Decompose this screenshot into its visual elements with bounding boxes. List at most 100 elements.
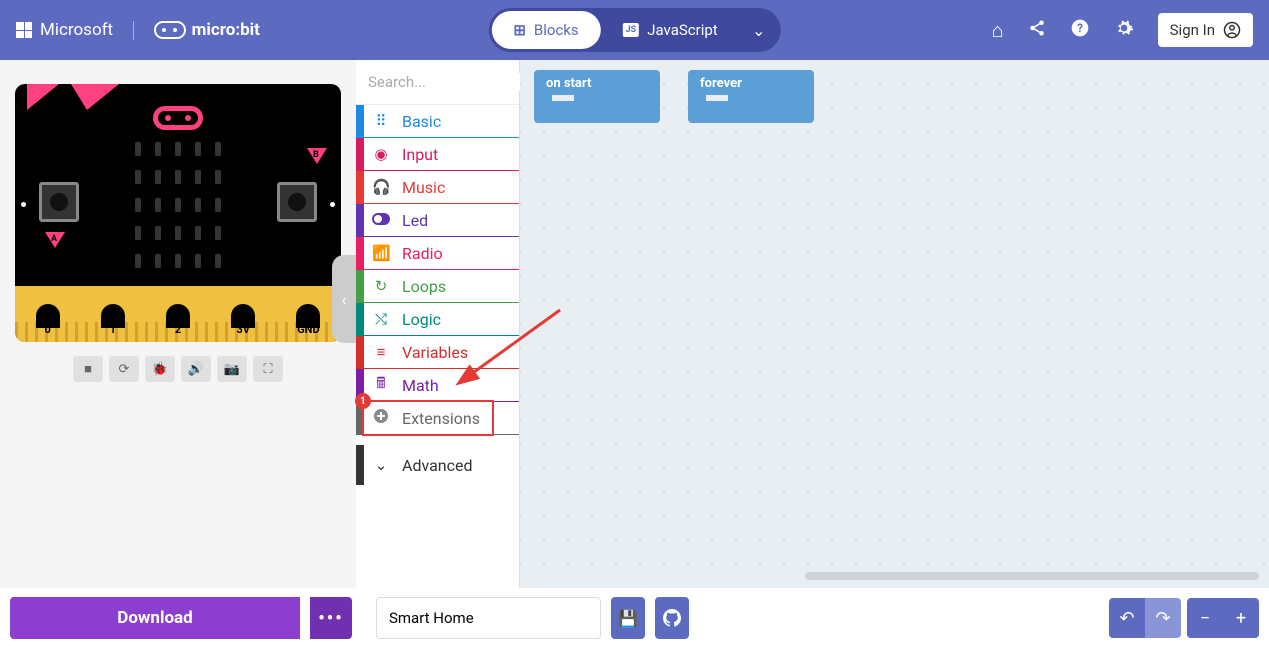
category-label: Radio	[402, 244, 443, 263]
save-button[interactable]: 💾	[611, 597, 645, 639]
top-bar: Microsoft | micro:bit ⊞ Blocks JS JavaSc…	[0, 0, 1269, 60]
refresh-icon: ⟳	[119, 362, 130, 377]
editor-toggle: ⊞ Blocks JS JavaScript ⌄	[488, 8, 780, 52]
snapshot-button[interactable]: 📷	[217, 356, 247, 382]
category-math[interactable]: 🖩 Math	[356, 369, 519, 402]
horizontal-scrollbar[interactable]	[805, 572, 1259, 580]
block-forever[interactable]: forever	[688, 70, 814, 123]
plus-circle-icon	[372, 408, 390, 428]
chevron-down-icon: ⌄	[372, 456, 390, 474]
language-dropdown-button[interactable]: ⌄	[740, 11, 778, 49]
signal-icon: 📶	[372, 244, 390, 262]
redo-icon: ↻	[372, 277, 390, 295]
category-label: Led	[402, 211, 428, 230]
pin-0[interactable]: 0	[15, 304, 80, 342]
microbit-logo[interactable]: micro:bit	[154, 20, 260, 40]
user-icon	[1223, 21, 1241, 39]
footer-right-controls: ↶ ↷ − +	[1109, 598, 1259, 638]
undo-button[interactable]: ↶	[1109, 598, 1145, 638]
simulator-controls: ■ ⟳ 🐞 🔊 📷 ⛶	[73, 356, 283, 382]
category-label: Logic	[402, 310, 441, 329]
brand-separator: |	[131, 18, 136, 43]
microsoft-logo-icon	[16, 22, 32, 38]
redo-icon: ↷	[1155, 608, 1170, 629]
download-button[interactable]: Download	[10, 597, 300, 639]
plus-icon: +	[1236, 608, 1246, 629]
simulator-button-b[interactable]	[277, 182, 317, 222]
category-logic[interactable]: ⤭Logic	[356, 303, 519, 336]
download-more-button[interactable]: •••	[310, 597, 352, 639]
fullscreen-button[interactable]: ⛶	[253, 356, 283, 382]
search-row	[356, 60, 519, 105]
simulator-button-a[interactable]	[39, 182, 79, 222]
fullscreen-icon: ⛶	[263, 362, 272, 377]
home-icon[interactable]: ⌂	[992, 18, 1004, 43]
pin-1[interactable]: 1	[80, 304, 145, 342]
list-icon: ≡	[372, 343, 390, 361]
redo-button[interactable]: ↷	[1145, 598, 1181, 638]
save-icon: 💾	[618, 609, 638, 628]
stop-button[interactable]: ■	[73, 356, 103, 382]
sign-in-label: Sign In	[1170, 21, 1215, 39]
help-icon[interactable]: ?	[1070, 18, 1090, 43]
camera-icon: 📷	[224, 362, 240, 377]
grid-icon: ⠿	[372, 112, 390, 130]
chevron-down-icon: ⌄	[752, 21, 765, 40]
microbit-simulator[interactable]: 0 1 2 3V GND	[15, 84, 341, 342]
stop-icon: ■	[84, 361, 92, 377]
project-name-input[interactable]	[376, 597, 601, 639]
js-icon: JS	[623, 23, 640, 37]
pin-3v[interactable]: 3V	[211, 304, 276, 342]
category-basic[interactable]: ⠿Basic	[356, 105, 519, 138]
brand-ms: Microsoft	[40, 20, 113, 40]
share-icon[interactable]	[1028, 18, 1046, 42]
category-led[interactable]: Led	[356, 204, 519, 237]
block-on-start[interactable]: on start	[534, 70, 660, 123]
simulator-pins: 0 1 2 3V GND	[15, 286, 341, 342]
github-button[interactable]	[655, 597, 689, 639]
microbit-icon	[154, 21, 186, 39]
category-advanced[interactable]: ⌄ Advanced	[356, 445, 519, 485]
top-right-actions: ⌂ ? Sign In	[992, 13, 1253, 47]
footer-bar: Download ••• 💾 ↶ ↷ − +	[0, 588, 1269, 648]
blocks-toggle-label: Blocks	[534, 21, 579, 39]
undo-icon: ↶	[1119, 608, 1134, 629]
label-b-icon	[307, 148, 327, 164]
blocks-toggle-button[interactable]: ⊞ Blocks	[491, 11, 600, 49]
gear-icon[interactable]	[1114, 18, 1134, 43]
category-extensions[interactable]: Extensions 1	[356, 402, 519, 435]
category-label: Loops	[402, 277, 446, 296]
chevron-left-icon: ‹	[342, 290, 347, 309]
blocks-icon: ⊞	[513, 21, 526, 39]
category-label: Music	[402, 178, 445, 197]
calculator-icon: 🖩	[372, 373, 390, 398]
debug-button[interactable]: 🐞	[145, 356, 175, 382]
pin-2[interactable]: 2	[145, 304, 210, 342]
restart-button[interactable]: ⟳	[109, 356, 139, 382]
category-radio[interactable]: 📶 Radio	[356, 237, 519, 270]
collapse-simulator-button[interactable]: ‹	[332, 255, 356, 343]
zoom-in-button[interactable]: +	[1223, 598, 1259, 638]
category-music[interactable]: 🎧 Music	[356, 171, 519, 204]
category-variables[interactable]: ≡ Variables	[356, 336, 519, 369]
category-label: Math	[402, 376, 439, 395]
zoom-out-button[interactable]: −	[1187, 598, 1223, 638]
circle-dot-icon: ◉	[372, 145, 390, 163]
extension-badge: 1	[355, 393, 371, 409]
category-label: Advanced	[402, 456, 473, 475]
simulator-column: 0 1 2 3V GND ■ ⟳ 🐞 🔊 📷 ⛶	[0, 60, 356, 588]
brand-mb: micro:bit	[192, 20, 260, 40]
blocks-canvas[interactable]: on start forever	[520, 60, 1269, 588]
category-label: Variables	[402, 343, 468, 362]
headphones-icon: 🎧	[372, 178, 390, 196]
minus-icon: −	[1200, 608, 1210, 629]
category-loops[interactable]: ↻ Loops	[356, 270, 519, 303]
audio-button[interactable]: 🔊	[181, 356, 211, 382]
label-a-icon	[45, 232, 65, 248]
sign-in-button[interactable]: Sign In	[1158, 13, 1253, 47]
javascript-toggle-button[interactable]: JS JavaScript	[601, 11, 740, 49]
category-label: Input	[402, 145, 438, 164]
simulator-led-grid	[135, 142, 221, 268]
toggle-icon	[372, 211, 390, 229]
category-input[interactable]: ◉ Input	[356, 138, 519, 171]
